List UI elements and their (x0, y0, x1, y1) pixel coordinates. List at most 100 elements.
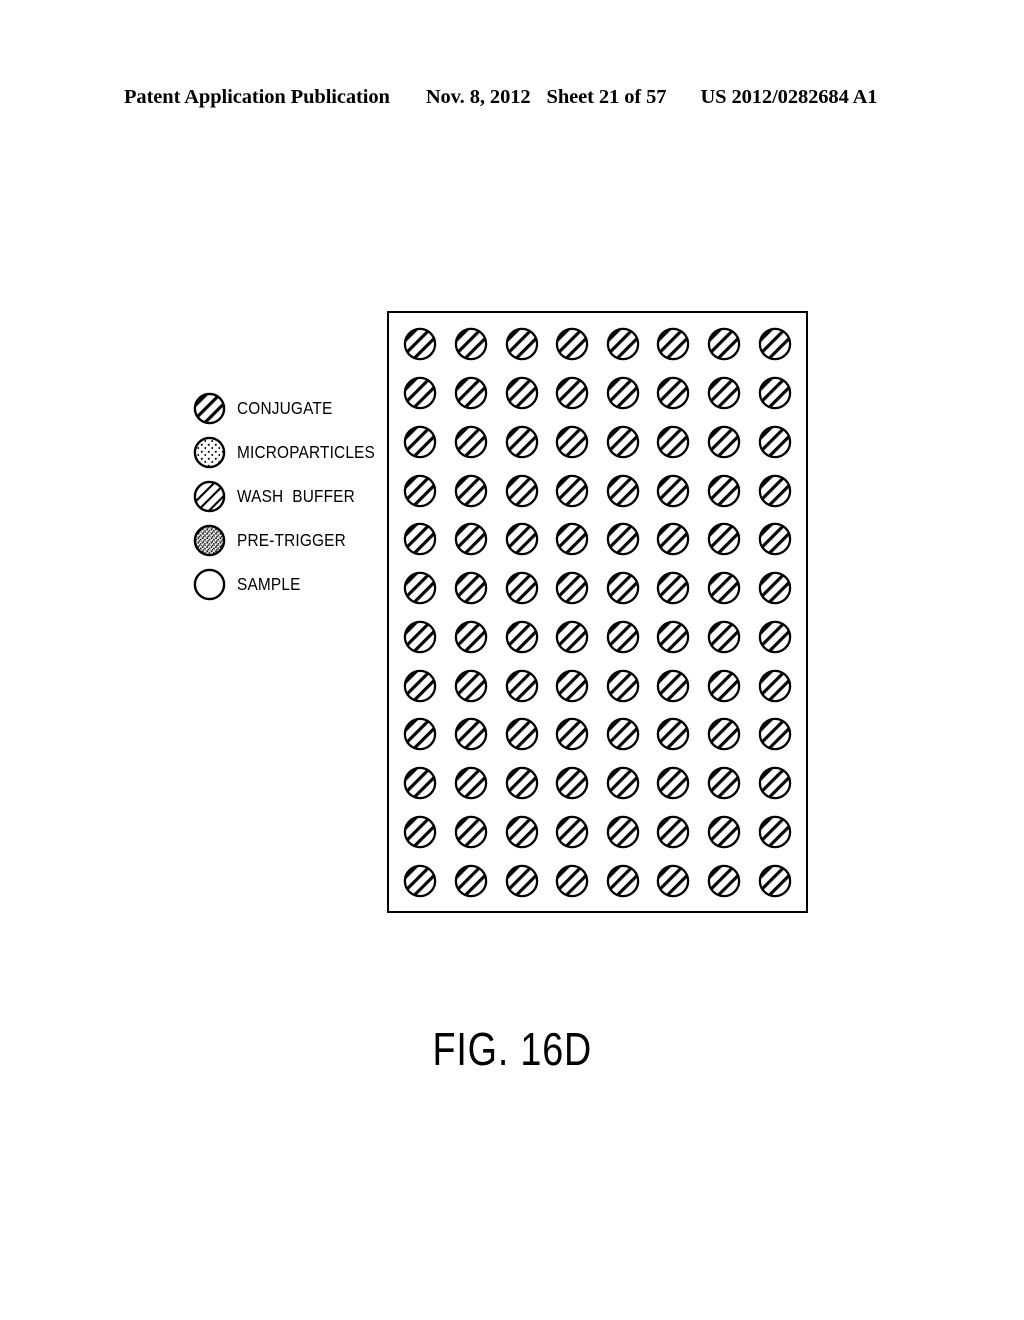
conjugate-swatch-icon (193, 392, 226, 425)
plate-well (749, 466, 800, 515)
plate-well (496, 515, 547, 564)
plate-well (699, 661, 750, 710)
plate-well (598, 856, 649, 905)
plate-well (699, 418, 750, 467)
legend-label-pre-trigger: PRE-TRIGGER (237, 529, 346, 550)
sample-swatch-icon (193, 568, 226, 601)
plate-well (547, 466, 598, 515)
plate-well (749, 661, 800, 710)
header-publication-label: Patent Application Publication (124, 86, 390, 108)
plate-well (446, 661, 497, 710)
plate-well (699, 515, 750, 564)
plate-well (547, 564, 598, 613)
plate-well (395, 564, 446, 613)
microparticles-swatch-icon (193, 436, 226, 469)
plate-well (699, 759, 750, 808)
plate-well (395, 418, 446, 467)
legend-item-conjugate: CONJUGATE (193, 386, 383, 430)
plate-well (648, 856, 699, 905)
plate-well (395, 808, 446, 857)
legend-item-microparticles: MICROPARTICLES (193, 430, 383, 474)
plate-well (446, 808, 497, 857)
plate-well (598, 515, 649, 564)
plate-well (598, 564, 649, 613)
figure-caption: FIG. 16D (0, 1022, 1024, 1076)
plate-well (648, 369, 699, 418)
plate-well (749, 515, 800, 564)
legend-label-conjugate: CONJUGATE (237, 397, 333, 418)
plate-well (699, 320, 750, 369)
legend-item-pre-trigger: PRE-TRIGGER (193, 518, 383, 562)
plate-well (395, 320, 446, 369)
plate-well (395, 856, 446, 905)
plate-well (547, 808, 598, 857)
plate-well (496, 320, 547, 369)
plate-well (648, 515, 699, 564)
plate-well (648, 710, 699, 759)
plate-well (395, 466, 446, 515)
plate-well (547, 759, 598, 808)
plate-well (446, 369, 497, 418)
plate-well (749, 320, 800, 369)
plate-well (648, 613, 699, 662)
plate-well (749, 856, 800, 905)
header-document-number: US 2012/0282684 A1 (700, 86, 878, 108)
header-date: Nov. 8, 2012 (425, 86, 531, 108)
plate-well (749, 564, 800, 613)
plate-well (446, 320, 497, 369)
plate-well (699, 369, 750, 418)
plate-well (496, 564, 547, 613)
microplate-outline (387, 311, 808, 913)
legend-label-wash-buffer: WASH BUFFER (237, 485, 355, 506)
plate-well (446, 418, 497, 467)
plate-well (699, 564, 750, 613)
plate-well (395, 759, 446, 808)
plate-well (648, 466, 699, 515)
plate-well (446, 759, 497, 808)
plate-well (547, 369, 598, 418)
plate-well (648, 808, 699, 857)
plate-well (395, 710, 446, 759)
legend-item-sample: SAMPLE (193, 562, 383, 606)
plate-well (547, 613, 598, 662)
plate-well (395, 515, 446, 564)
plate-well (496, 466, 547, 515)
plate-well (547, 661, 598, 710)
plate-well (598, 759, 649, 808)
plate-well (699, 466, 750, 515)
plate-well (598, 369, 649, 418)
plate-well (446, 515, 497, 564)
plate-well (395, 661, 446, 710)
plate-well (446, 466, 497, 515)
plate-well (648, 564, 699, 613)
plate-well (749, 369, 800, 418)
plate-well (699, 613, 750, 662)
plate-well (395, 369, 446, 418)
plate-well (699, 710, 750, 759)
plate-well (547, 418, 598, 467)
plate-well (648, 320, 699, 369)
plate-well (446, 856, 497, 905)
plate-well (547, 710, 598, 759)
plate-well (496, 856, 547, 905)
plate-well (598, 466, 649, 515)
legend-label-sample: SAMPLE (237, 573, 301, 594)
plate-well (598, 613, 649, 662)
wash-buffer-swatch-icon (193, 480, 226, 513)
plate-well (446, 613, 497, 662)
pre-trigger-swatch-icon (193, 524, 226, 557)
plate-well (749, 759, 800, 808)
header-sheet-number: Sheet 21 of 57 (546, 86, 667, 108)
plate-well (648, 661, 699, 710)
plate-well (496, 808, 547, 857)
plate-well (749, 613, 800, 662)
plate-well (496, 759, 547, 808)
legend-label-microparticles: MICROPARTICLES (237, 441, 375, 462)
plate-well (648, 418, 699, 467)
well-grid (389, 313, 806, 911)
plate-well (496, 661, 547, 710)
plate-well (598, 661, 649, 710)
plate-well (496, 418, 547, 467)
plate-well (598, 320, 649, 369)
patent-header: Patent Application Publication Nov. 8, 2… (124, 86, 900, 109)
